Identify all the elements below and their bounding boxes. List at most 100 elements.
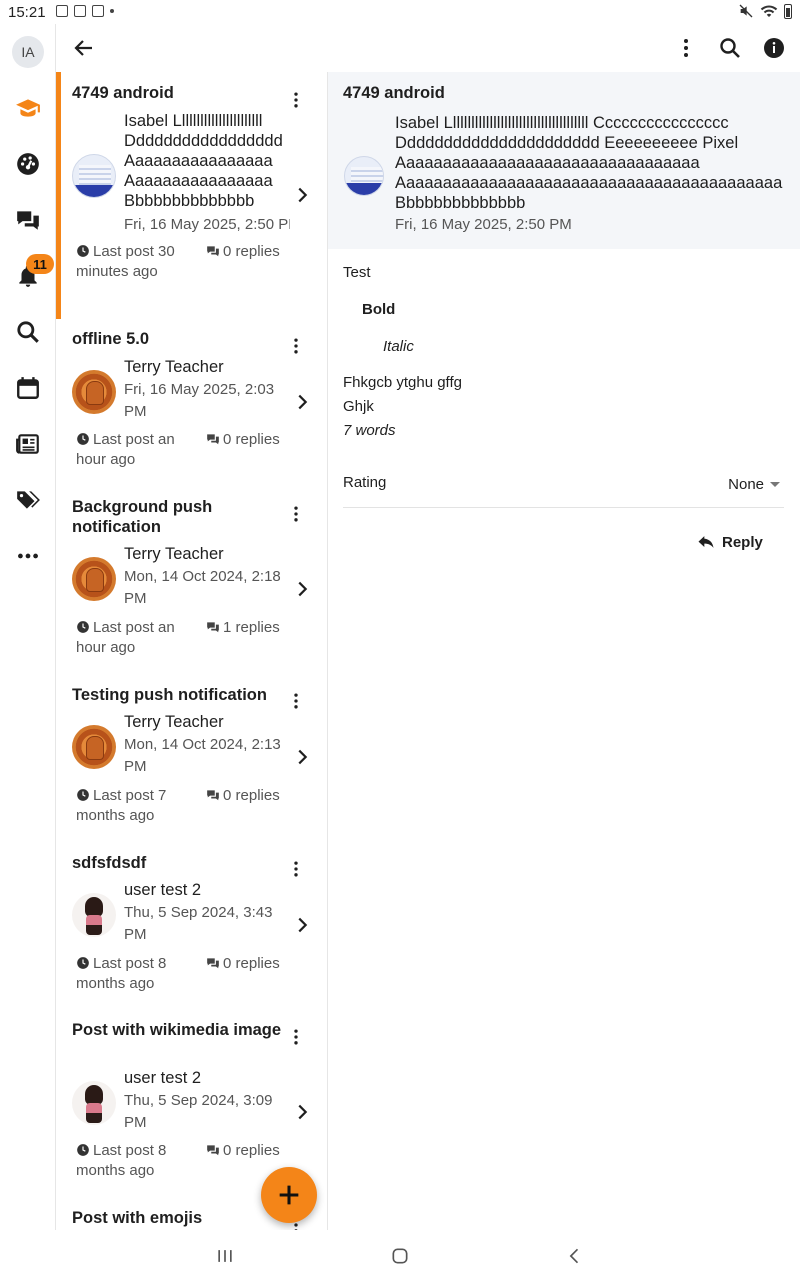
home-button[interactable] (388, 1244, 412, 1268)
search-icon (17, 321, 39, 343)
app-notification-icon (56, 5, 68, 17)
comments-icon (207, 434, 219, 445)
clock-icon (77, 245, 89, 257)
author-line: Bbbbbbbbbbbbbb (395, 194, 526, 212)
replies-info: 0 replies (206, 1141, 280, 1161)
post-header: 4749 android Isabel Llllllllllllllllllll… (328, 72, 800, 249)
add-discussion-button[interactable] (261, 1167, 317, 1223)
search-button[interactable] (712, 30, 748, 66)
rail-item-notifications[interactable]: 11 (0, 254, 56, 298)
open-discussion-chevron[interactable] (290, 577, 314, 601)
app-notification-icon (92, 5, 104, 17)
replies-text: 0 replies (223, 243, 280, 260)
author-line: Aaaaaaaaaaaaaaaa (124, 152, 273, 170)
replies-text: 0 replies (223, 787, 280, 804)
replies-info: 0 replies (206, 786, 280, 806)
discussion-options-button[interactable] (284, 502, 308, 526)
system-navigation-bar (0, 1230, 800, 1280)
info-icon (764, 38, 784, 58)
last-post-info: Last post an hour ago (76, 430, 184, 470)
mute-icon (739, 4, 753, 18)
plus-icon (279, 1185, 299, 1205)
open-discussion-chevron[interactable] (290, 1100, 314, 1124)
rail-item-search[interactable] (0, 310, 56, 354)
open-discussion-chevron[interactable] (290, 745, 314, 769)
rail-item-courses[interactable] (0, 86, 56, 130)
rail-item-tags[interactable] (0, 478, 56, 522)
last-post-info: Last post an hour ago (76, 618, 184, 658)
side-navigation-rail: IA 11 (0, 24, 56, 1230)
rail-item-calendar[interactable] (0, 366, 56, 410)
system-back-button[interactable] (563, 1244, 587, 1268)
last-post-text: Last post 30 minutes ago (76, 243, 175, 280)
chevron-right-icon (298, 1104, 308, 1120)
rail-item-more[interactable] (0, 534, 56, 578)
discussion-item[interactable]: 4749 android Isabel Llllllllllllllllllll… (56, 72, 327, 319)
post-bold-text: Bold (362, 301, 396, 318)
clock-icon (77, 957, 89, 969)
open-discussion-chevron[interactable] (290, 183, 314, 207)
discussion-title: Background push notification (72, 498, 213, 536)
rating-row: Rating None (343, 472, 784, 508)
discussion-title: Post with emojis (72, 1209, 203, 1227)
post-author-avatar (344, 156, 384, 196)
more-vertical-icon (294, 1029, 298, 1045)
status-system-icons (738, 3, 792, 19)
chevron-right-icon (298, 749, 308, 765)
discussion-list: 4749 android Isabel Llllllllllllllllllll… (56, 72, 328, 1230)
reply-button[interactable]: Reply (696, 528, 763, 556)
discussion-title: 4749 android (72, 84, 174, 102)
discussion-options-button[interactable] (284, 1025, 308, 1049)
discussion-detail: 4749 android Isabel Llllllllllllllllllll… (328, 72, 800, 1230)
discussion-item[interactable]: Testing push notification Terry Teacher … (56, 675, 327, 843)
author-line: Isabel Lllllllllllllllllllllllllllllllll… (395, 114, 729, 132)
rail-item-messages[interactable] (0, 198, 56, 242)
author-avatar (72, 557, 116, 601)
user-avatar[interactable]: IA (12, 36, 44, 68)
discussion-options-button[interactable] (284, 88, 308, 112)
overflow-menu-button[interactable] (668, 30, 704, 66)
discussion-item[interactable]: Background push notification Terry Teach… (56, 487, 327, 675)
discussion-date: Mon, 14 Oct 2024, 2:18 PM (124, 568, 281, 607)
author-line: Dddddddddddddddddddddd Eeeeeeeeee Pixel (395, 134, 739, 152)
clock-icon (77, 621, 89, 633)
post-text-line: Fhkgcb ytghu gffg (343, 374, 462, 391)
dropdown-caret-icon (770, 481, 780, 487)
status-notification-icons (56, 5, 114, 17)
recent-apps-button[interactable] (213, 1244, 237, 1268)
info-button[interactable] (756, 30, 792, 66)
open-discussion-chevron[interactable] (290, 390, 314, 414)
author-line: Aaaaaaaaaaaaaaaa (124, 172, 273, 190)
author-avatar (72, 725, 116, 769)
open-discussion-chevron[interactable] (290, 913, 314, 937)
rail-item-news[interactable] (0, 422, 56, 466)
comments-icon (207, 622, 219, 633)
discussion-author: user test 2 (124, 1069, 202, 1087)
replies-text: 0 replies (223, 1142, 280, 1159)
author-line: Bbbbbbbbbbbbbb (124, 192, 255, 210)
discussion-author: user test 2 (124, 881, 202, 899)
discussion-date: Fri, 16 May 2025, 2:03 PM (124, 381, 275, 420)
author-line: Ddddddddddddddddd (124, 132, 283, 150)
chevron-right-icon (298, 917, 308, 933)
more-vertical-icon (294, 338, 298, 354)
discussion-options-button[interactable] (284, 689, 308, 713)
discussion-options-button[interactable] (284, 857, 308, 881)
discussion-date: Mon, 14 Oct 2024, 2:13 PM (124, 736, 281, 775)
rating-select[interactable]: None (728, 472, 780, 496)
discussion-title: offline 5.0 (72, 330, 150, 348)
rail-item-dashboard[interactable] (0, 142, 56, 186)
discussion-item[interactable]: sdfsfdsdf user test 2 Thu, 5 Sep 2024, 3… (56, 843, 327, 1011)
back-button[interactable] (66, 30, 102, 66)
newspaper-icon (16, 434, 39, 454)
comments-icon (207, 790, 219, 801)
discussion-author: Terry Teacher (124, 358, 224, 376)
replies-info: 0 replies (206, 954, 280, 974)
discussion-item[interactable]: offline 5.0 Terry Teacher Fri, 16 May 20… (56, 319, 327, 487)
wifi-icon (760, 5, 778, 17)
author-line: Isabel Lllllllllllllllllllllll (124, 112, 263, 130)
post-text-line: Ghjk (343, 398, 374, 415)
chevron-right-icon (298, 581, 308, 597)
author-line: Aaaaaaaaaaaaaaaaaaaaaaaaaaaaaaaaaaaaaaaa… (395, 174, 783, 192)
discussion-options-button[interactable] (284, 334, 308, 358)
